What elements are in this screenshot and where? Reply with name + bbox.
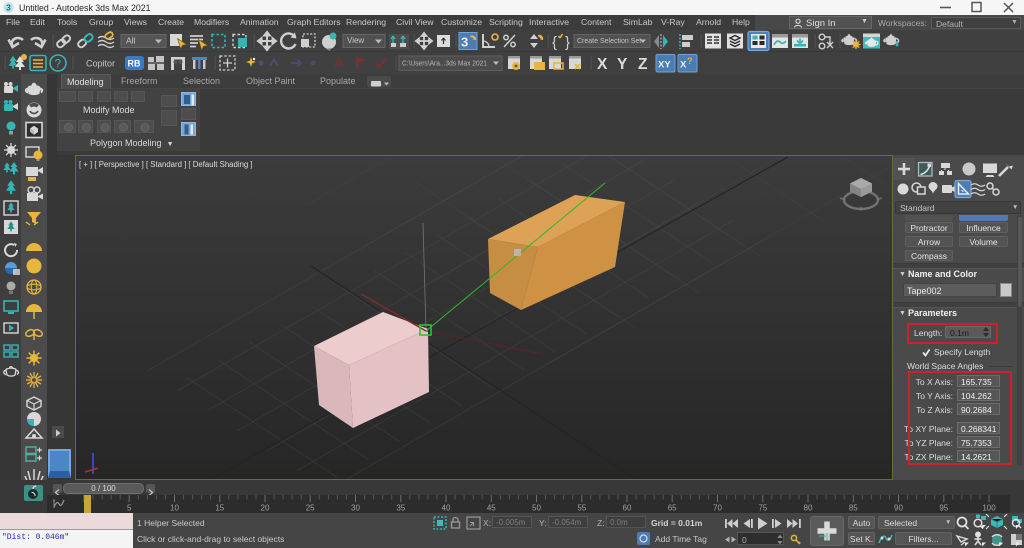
svg-text:80: 80 (804, 504, 813, 513)
svg-text:65: 65 (668, 504, 677, 513)
svg-text:3: 3 (6, 3, 11, 13)
svg-text:20: 20 (261, 504, 270, 513)
svg-text:90: 90 (894, 504, 903, 513)
svg-text:75: 75 (758, 504, 767, 513)
svg-text:50: 50 (532, 504, 541, 513)
svg-text:Y: Y (617, 56, 628, 73)
svg-text:35: 35 (396, 504, 405, 513)
svg-text:RB: RB (128, 59, 141, 69)
svg-text:3: 3 (461, 35, 468, 50)
svg-text:40: 40 (442, 504, 451, 513)
svg-text:15: 15 (215, 504, 224, 513)
svg-text:?: ? (687, 56, 693, 66)
svg-text:55: 55 (577, 504, 586, 513)
svg-text:70: 70 (713, 504, 722, 513)
svg-text:10: 10 (170, 504, 179, 513)
svg-text:Z: Z (638, 56, 648, 73)
svg-text:45: 45 (487, 504, 496, 513)
svg-text:?: ? (55, 57, 62, 71)
svg-text:25: 25 (306, 504, 315, 513)
svg-text:95: 95 (939, 504, 948, 513)
svg-text:{: { (552, 34, 557, 51)
svg-text:100: 100 (982, 504, 996, 513)
svg-text:}: } (565, 34, 570, 51)
svg-text:X: X (680, 60, 687, 71)
svg-text:60: 60 (623, 504, 632, 513)
svg-text:5: 5 (127, 504, 132, 513)
svg-text:Copitor: Copitor (86, 59, 115, 69)
svg-text:Create Selection Set: Create Selection Set (577, 38, 641, 45)
svg-text:View: View (347, 36, 364, 45)
svg-text:85: 85 (849, 504, 858, 513)
svg-text:C:\Users\Ara...3ds Max 2021: C:\Users\Ara...3ds Max 2021 (402, 61, 487, 68)
svg-text:X: X (597, 56, 608, 73)
svg-text:30: 30 (351, 504, 360, 513)
svg-text:XY: XY (658, 60, 671, 71)
svg-text:All: All (126, 36, 136, 46)
